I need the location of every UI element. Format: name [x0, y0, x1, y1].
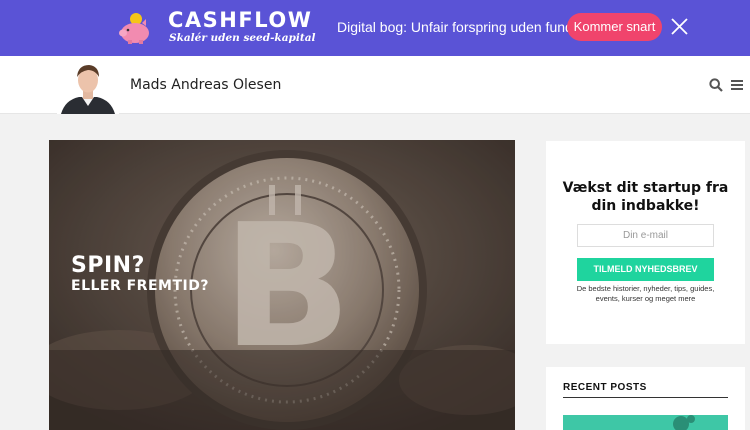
search-icon[interactable] [709, 78, 723, 92]
brand-tagline: Skalér uden seed-kapital [169, 32, 316, 44]
brand-logo: CASHFLOW [168, 8, 313, 32]
hamburger-menu-icon[interactable] [731, 79, 743, 91]
promo-banner: CASHFLOW Skalér uden seed-kapital Digita… [0, 0, 750, 56]
recent-post-image [673, 415, 695, 430]
promo-text: Digital bog: Unfair forspring uden fundi… [337, 19, 592, 35]
recent-post-thumbnail[interactable] [563, 415, 728, 430]
email-field[interactable] [577, 224, 714, 247]
close-icon[interactable] [671, 18, 688, 35]
recent-posts-title: RECENT POSTS [563, 382, 647, 393]
featured-title-line2: ELLER FREMTID? [71, 278, 209, 294]
featured-post[interactable]: B SPIN? ELLER FREMTID? [49, 140, 515, 430]
divider [563, 397, 728, 398]
site-header: Mads Andreas Olesen [0, 56, 750, 114]
author-avatar[interactable] [57, 60, 119, 114]
recent-posts-widget: RECENT POSTS [546, 367, 745, 430]
newsletter-description: De bedste historier, nyheder, tips, guid… [576, 284, 715, 303]
coming-soon-button[interactable]: Kommer snart [567, 13, 662, 41]
newsletter-widget: Vækst dit startup fra din indbakke! TILM… [546, 141, 745, 344]
piggy-bank-icon [119, 13, 149, 44]
subscribe-button[interactable]: TILMELD NYHEDSBREV [577, 258, 714, 281]
featured-title-line1: SPIN? [71, 253, 145, 278]
author-name[interactable]: Mads Andreas Olesen [130, 77, 281, 93]
newsletter-title: Vækst dit startup fra din indbakke! [562, 180, 729, 214]
